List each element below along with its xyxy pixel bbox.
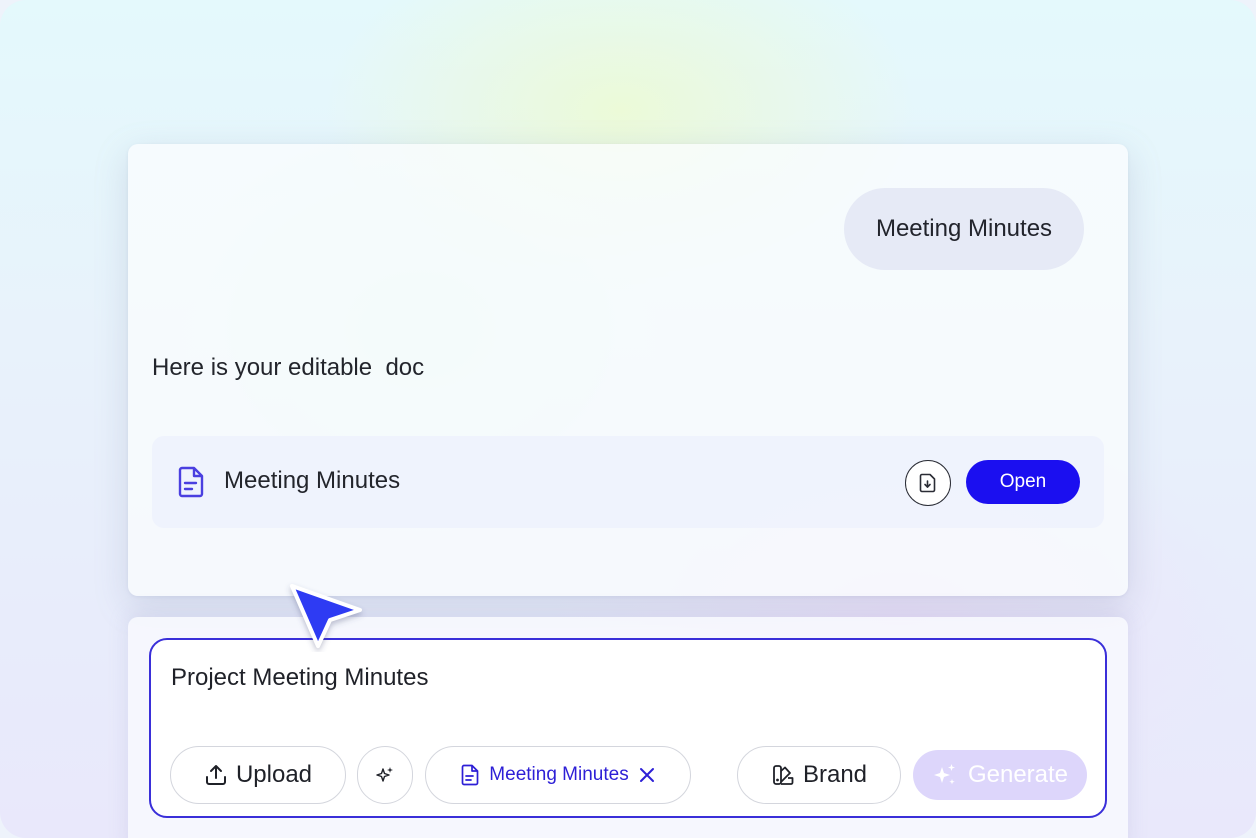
document-title: Meeting Minutes bbox=[224, 467, 401, 494]
brand-palette-icon bbox=[773, 765, 794, 785]
attached-template-chip[interactable]: Meeting Minutes bbox=[425, 746, 691, 804]
upload-button[interactable]: Upload bbox=[170, 746, 346, 804]
prompt-composer: Project Meeting Minutes Upload Meeting M… bbox=[149, 638, 1107, 818]
document-icon bbox=[461, 764, 479, 786]
sparkle-icon bbox=[376, 767, 393, 782]
download-button[interactable] bbox=[905, 460, 951, 506]
brand-label: Brand bbox=[802, 761, 868, 788]
document-icon bbox=[178, 466, 204, 498]
prompt-input[interactable]: Project Meeting Minutes bbox=[171, 664, 428, 692]
open-document-button[interactable]: Open bbox=[966, 460, 1080, 504]
sparkle-icon bbox=[933, 764, 955, 785]
close-icon[interactable] bbox=[639, 767, 655, 783]
download-file-icon bbox=[919, 473, 936, 493]
attached-template-label: Meeting Minutes bbox=[489, 764, 629, 785]
user-message-bubble: Meeting Minutes bbox=[844, 188, 1084, 270]
enhance-prompt-button[interactable] bbox=[357, 746, 413, 804]
generate-label: Generate bbox=[967, 761, 1069, 788]
upload-icon bbox=[205, 765, 226, 785]
user-message-text: Meeting Minutes bbox=[875, 215, 1053, 242]
brand-button[interactable]: Brand bbox=[737, 746, 901, 804]
chat-panel: Meeting Minutes Here is your editable do… bbox=[128, 144, 1128, 596]
pointer-cursor-icon bbox=[290, 584, 362, 648]
app-canvas: Meeting Minutes Here is your editable do… bbox=[0, 0, 1256, 838]
assistant-reply-text: Here is your editable doc bbox=[152, 354, 425, 381]
document-card[interactable]: Meeting Minutes Open bbox=[152, 436, 1104, 528]
generate-button[interactable]: Generate bbox=[913, 750, 1087, 800]
upload-label: Upload bbox=[235, 761, 313, 788]
